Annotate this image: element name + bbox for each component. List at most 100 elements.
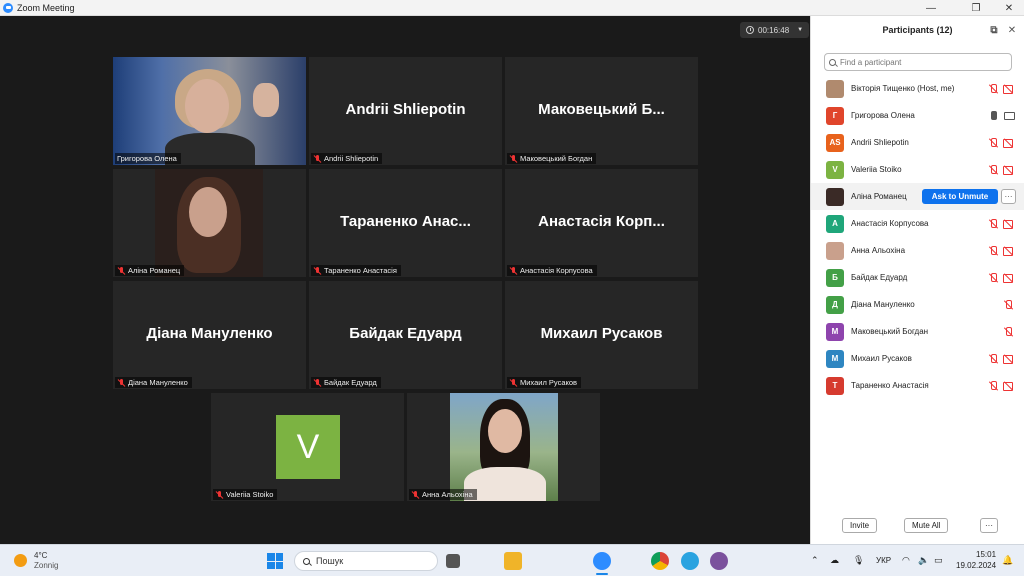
- participant-row[interactable]: Аліна Романец Ask to Unmute ···: [811, 183, 1024, 210]
- video-off-icon[interactable]: [1003, 273, 1015, 283]
- microphone-icon[interactable]: 🎙: [853, 555, 864, 566]
- meeting-stage: 00:16:48 ▼ Григорова Олена Andrii Shliep…: [0, 16, 810, 544]
- video-off-icon[interactable]: [1003, 165, 1015, 175]
- mic-muted-icon[interactable]: [1003, 299, 1013, 310]
- mic-on-icon[interactable]: [988, 110, 998, 121]
- clock-time[interactable]: 15:01: [976, 550, 996, 559]
- invite-button[interactable]: Invite: [842, 518, 878, 533]
- start-button[interactable]: [267, 553, 283, 569]
- participant-video: [155, 169, 263, 277]
- participant-row[interactable]: А Анастасія Корпусова: [811, 210, 1024, 237]
- close-panel-icon[interactable]: ✕: [1006, 24, 1018, 36]
- mic-muted-icon[interactable]: [988, 164, 998, 175]
- panel-footer: Invite Mute All ···: [811, 518, 1024, 538]
- chrome-icon[interactable]: [651, 552, 669, 570]
- cloud-icon[interactable]: ☁: [830, 555, 839, 566]
- participant-row[interactable]: Вікторія Тищенко (Host, me): [811, 75, 1024, 102]
- speaker-icon[interactable]: 🔈: [918, 555, 929, 566]
- video-tile[interactable]: V Valeriia Stoiko: [211, 393, 404, 501]
- participant-row[interactable]: Д Діана Мануленко: [811, 291, 1024, 318]
- participant-row[interactable]: V Valeriia Stoiko: [811, 156, 1024, 183]
- video-tile[interactable]: Аліна Романец: [113, 169, 306, 277]
- video-tile[interactable]: Байдак Едуард Байдак Едуард: [309, 281, 502, 389]
- avatar: Б: [826, 268, 844, 287]
- participant-row[interactable]: Анна Альохіна: [811, 237, 1024, 264]
- video-off-icon[interactable]: [1003, 219, 1015, 229]
- pop-out-icon[interactable]: ⧉: [988, 24, 1000, 36]
- participant-video: [113, 57, 306, 165]
- mic-muted-icon[interactable]: [988, 83, 998, 94]
- tile-display-name: Andrii Shliepotin: [345, 101, 466, 118]
- mute-all-button[interactable]: Mute All: [904, 518, 949, 533]
- mic-muted-icon[interactable]: [988, 272, 998, 283]
- taskbar-search[interactable]: Пошук: [294, 551, 438, 571]
- participant-row[interactable]: Г Григорова Олена: [811, 102, 1024, 129]
- mic-muted-icon: [509, 266, 517, 275]
- more-options-button[interactable]: ···: [1001, 189, 1016, 204]
- video-tile[interactable]: Діана Мануленко Діана Мануленко: [113, 281, 306, 389]
- avatar: Д: [826, 295, 844, 314]
- telegram-icon[interactable]: [681, 552, 699, 570]
- participant-name: Вікторія Тищенко (Host, me): [851, 84, 955, 93]
- mic-muted-icon: [411, 490, 419, 499]
- video-tile[interactable]: Тараненко Анас... Тараненко Анастасія: [309, 169, 502, 277]
- mic-muted-icon[interactable]: [988, 137, 998, 148]
- video-off-icon[interactable]: [1003, 138, 1015, 148]
- mic-muted-icon: [509, 378, 517, 387]
- participant-search[interactable]: [824, 53, 1012, 71]
- participant-name: Григорова Олена: [851, 111, 915, 120]
- mic-muted-icon[interactable]: [988, 380, 998, 391]
- participant-row[interactable]: Б Байдак Едуард: [811, 264, 1024, 291]
- taskbar: 4°C Zonnig Пошук ⌃ ☁ 🎙 УКР ◠ 🔈 ▭ 15:01 1…: [0, 544, 1024, 576]
- video-tile[interactable]: Михаил Русаков Михаил Русаков: [505, 281, 698, 389]
- video-off-icon[interactable]: [1003, 84, 1015, 94]
- mic-muted-icon[interactable]: [988, 353, 998, 364]
- participant-row[interactable]: М Михаил Русаков: [811, 345, 1024, 372]
- minimize-button[interactable]: —: [916, 0, 946, 16]
- video-off-icon[interactable]: [1003, 246, 1015, 256]
- participant-row[interactable]: AS Andrii Shliepotin: [811, 129, 1024, 156]
- tile-name-label: Тараненко Анастасія: [311, 265, 401, 276]
- maximize-button[interactable]: ❐: [961, 0, 991, 16]
- video-off-icon[interactable]: [1003, 354, 1015, 364]
- search-input[interactable]: [840, 57, 1000, 67]
- mic-muted-icon: [117, 266, 125, 275]
- avatar: V: [826, 160, 844, 179]
- battery-icon[interactable]: ▭: [934, 555, 943, 566]
- video-off-icon[interactable]: [1003, 381, 1015, 391]
- mic-muted-icon: [215, 490, 223, 499]
- avatar: AS: [826, 133, 844, 152]
- file-explorer-icon[interactable]: [504, 552, 522, 570]
- video-tile[interactable]: Григорова Олена: [113, 57, 306, 165]
- more-options-button[interactable]: ···: [980, 518, 998, 533]
- weather-sun-icon[interactable]: [14, 554, 27, 567]
- meeting-timer[interactable]: 00:16:48 ▼: [740, 22, 810, 38]
- video-tile[interactable]: Анастасія Корп... Анастасія Корпусова: [505, 169, 698, 277]
- zoom-logo-icon: [3, 2, 13, 13]
- ask-to-unmute-button[interactable]: Ask to Unmute: [922, 189, 998, 204]
- clock-date[interactable]: 19.02.2024: [956, 561, 996, 570]
- mic-muted-icon[interactable]: [988, 245, 998, 256]
- wifi-icon[interactable]: ◠: [902, 555, 910, 566]
- weather-temp[interactable]: 4°C: [34, 551, 47, 560]
- weather-desc[interactable]: Zonnig: [34, 561, 58, 570]
- chevron-up-icon[interactable]: ⌃: [811, 555, 819, 566]
- tile-display-name: Маковецький Б...: [538, 101, 665, 118]
- video-tile[interactable]: Andrii Shliepotin Andrii Shliepotin: [309, 57, 502, 165]
- notification-bell-icon[interactable]: 🔔: [1002, 555, 1013, 566]
- close-window-button[interactable]: ✕: [994, 0, 1024, 16]
- mic-muted-icon: [117, 378, 125, 387]
- mic-muted-icon[interactable]: [1003, 326, 1013, 337]
- video-on-icon[interactable]: [1004, 111, 1015, 120]
- language-indicator[interactable]: УКР: [876, 556, 891, 565]
- participant-row[interactable]: Т Тараненко Анастасія: [811, 372, 1024, 399]
- video-tile[interactable]: Анна Альохіна: [407, 393, 600, 501]
- viber-icon[interactable]: [710, 552, 728, 570]
- mic-muted-icon[interactable]: [988, 218, 998, 229]
- participant-name: Анастасія Корпусова: [851, 219, 929, 228]
- zoom-app-icon[interactable]: [593, 552, 611, 570]
- participant-row[interactable]: М Маковецький Богдан: [811, 318, 1024, 345]
- video-tile[interactable]: Маковецький Б... Маковецький Богдан: [505, 57, 698, 165]
- task-view-icon[interactable]: [446, 554, 460, 568]
- participant-name: Andrii Shliepotin: [851, 138, 909, 147]
